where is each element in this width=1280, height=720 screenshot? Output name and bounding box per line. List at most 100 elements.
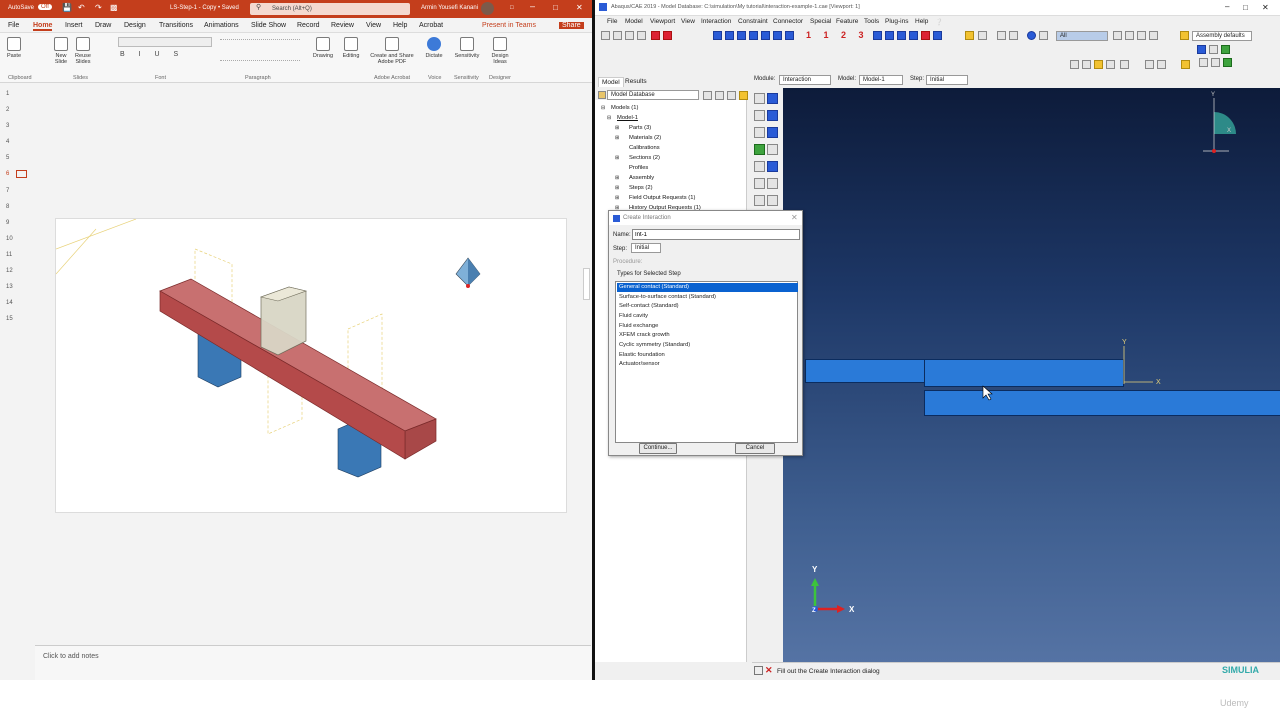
auto-fit-icon[interactable] [921,31,930,40]
dialog-close-icon[interactable]: ✕ [791,213,798,222]
color-code-icon-1[interactable] [1197,45,1206,54]
display-icon-5[interactable] [1120,60,1129,69]
tree-node-calibrations[interactable]: Calibrations [615,145,660,151]
avatar[interactable] [481,2,494,15]
render-icon-1[interactable] [1199,58,1208,67]
expand-icon[interactable]: ⊞ [615,135,622,141]
select-icon-3[interactable] [1137,31,1146,40]
type-fluid-cavity[interactable]: Fluid cavity [617,312,798,321]
tree-filter-icon-4[interactable] [739,91,748,100]
maximize-icon[interactable]: □ [553,3,558,12]
dialog-step-select[interactable]: Initial [631,243,661,253]
measure-icon[interactable] [1039,31,1048,40]
search-box[interactable]: Search (Alt+Q) [250,3,410,15]
viewport[interactable]: Y X Y X Z X Y [783,88,1280,662]
redo-icon[interactable]: ↷ [95,3,102,12]
create-connector-icon[interactable] [754,144,765,155]
model-select[interactable]: Model-1 [859,75,903,85]
step-select[interactable]: Initial [926,75,968,85]
select-icon-4[interactable] [1149,31,1158,40]
new-icon[interactable] [601,31,610,40]
slide-number-4[interactable]: 4 [6,139,9,145]
save-model-icon[interactable] [625,31,634,40]
tree-node-sections[interactable]: ⊞ Sections (2) [615,155,660,161]
assembly-icon[interactable] [1180,31,1189,40]
type-self-contact[interactable]: Self-contact (Standard) [617,302,798,311]
display-icon-2[interactable] [1082,60,1091,69]
menu-insert[interactable]: Insert [65,22,83,29]
undo-icon[interactable]: ↶ [78,3,85,12]
tree-filter-icon-2[interactable] [715,91,724,100]
tab-results[interactable]: Results [622,77,650,86]
mesh-display-icon[interactable] [978,31,987,40]
menu-view[interactable]: View [366,22,381,29]
view-top-icon[interactable] [749,31,758,40]
cancel-procedure-icon[interactable]: ✕ [765,665,773,676]
create-interaction-icon[interactable] [754,93,765,104]
print-icon[interactable] [637,31,646,40]
view-back-icon[interactable] [737,31,746,40]
menu-home[interactable]: Home [33,22,53,31]
tree-node-model-1[interactable]: ⊟ Model-1 [607,115,638,121]
tree-node-profiles[interactable]: Profiles [615,165,648,171]
design-ideas-button[interactable]: Design Ideas [488,37,512,65]
slide-number-9[interactable]: 9 [6,220,9,226]
open-icon[interactable] [613,31,622,40]
ab-menu-view[interactable]: View [681,18,695,25]
interaction-types-list[interactable]: General contact (Standard) Surface-to-su… [615,281,798,443]
notes-pane[interactable]: Click to add notes [35,645,591,680]
ab-menu-connector[interactable]: Connector [773,18,803,25]
model-database-select[interactable]: Model Database [607,90,699,100]
font-name-select[interactable] [118,37,212,47]
menu-file[interactable]: File [8,22,19,29]
ab-menu-interaction[interactable]: Interaction [701,18,731,25]
render-icon-3[interactable] [1223,58,1232,67]
slide-number-1[interactable]: 1 [6,91,9,97]
type-elastic-foundation[interactable]: Elastic foundation [617,351,798,360]
type-cyclic-symmetry[interactable]: Cyclic symmetry (Standard) [617,341,798,350]
display-icon-6[interactable] [1145,60,1154,69]
slide-number-2[interactable]: 2 [6,107,9,113]
interaction-name-input[interactable] [632,229,800,240]
line-tool-icon[interactable] [754,195,765,206]
reuse-slides-button[interactable]: Reuse Slides [72,37,94,65]
replay-icon[interactable] [663,31,672,40]
type-fluid-exchange[interactable]: Fluid exchange [617,322,798,331]
expand-icon[interactable]: ⊞ [615,195,622,201]
slide-number-13[interactable]: 13 [6,284,13,290]
display-icon-1[interactable] [1070,60,1079,69]
editing-button[interactable]: Editing [340,37,362,59]
back-arrow-icon[interactable] [754,666,763,675]
assembly-defaults-select[interactable]: Assembly defaults [1192,31,1252,41]
tree-node-field-output[interactable]: ⊞ Field Output Requests (1) [615,195,695,201]
module-select[interactable]: Interaction [779,75,831,85]
property-manager-icon[interactable] [767,110,778,121]
context-help-icon[interactable]: ❔ [935,18,943,26]
create-property-icon[interactable] [754,110,765,121]
slide-number-14[interactable]: 14 [6,300,13,306]
tree-filter-icon-1[interactable] [703,91,712,100]
menu-transitions[interactable]: Transitions [159,22,193,29]
display-icon-7[interactable] [1157,60,1166,69]
menu-help[interactable]: Help [393,22,407,29]
info-icon[interactable] [1027,31,1036,40]
sensitivity-button[interactable]: Sensitivity [452,37,482,59]
magnify-icon[interactable] [897,31,906,40]
view-bottom-icon[interactable] [761,31,770,40]
minimize-icon[interactable]: – [530,1,535,11]
slide-number-10[interactable]: 10 [6,236,13,242]
connector-manager-icon[interactable] [767,144,778,155]
ab-menu-file[interactable]: File [607,18,617,25]
menu-slide-show[interactable]: Slide Show [251,22,286,29]
tree-node-assembly[interactable]: ⊞ Assembly [615,175,654,181]
tree-filter-icon-3[interactable] [727,91,736,100]
color-code-icon-3[interactable] [1221,45,1230,54]
ppt-scrollbar[interactable] [583,268,590,300]
view-left-icon[interactable] [773,31,782,40]
expand-icon[interactable]: ⊞ [615,175,622,181]
table-icon[interactable] [1009,31,1018,40]
new-slide-button[interactable]: New Slide [50,37,72,65]
constraint-manager-icon[interactable] [767,127,778,138]
expand-icon[interactable]: ⊞ [615,125,622,131]
dictate-button[interactable]: Dictate [424,37,444,59]
